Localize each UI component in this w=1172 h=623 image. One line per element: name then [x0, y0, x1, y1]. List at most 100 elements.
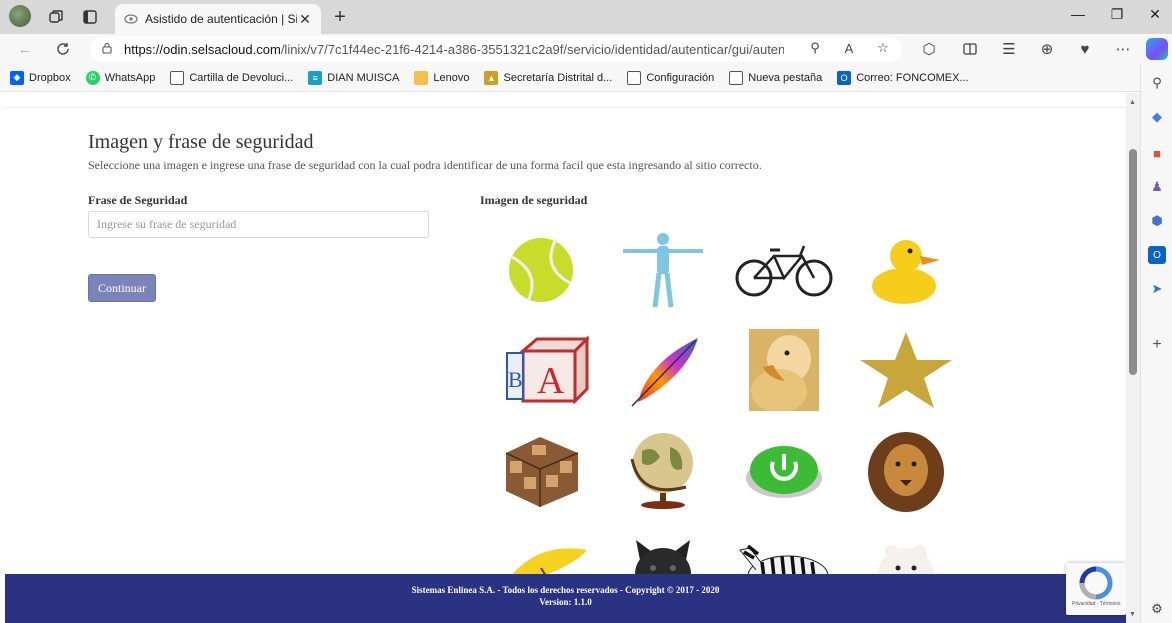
security-image-gold-star[interactable]	[851, 329, 961, 411]
bookmark-lenovo[interactable]: Lenovo	[414, 70, 470, 85]
rubber-duck-icon	[872, 240, 940, 304]
human-body-icon	[623, 233, 703, 308]
new-tab-icon[interactable]: +	[330, 6, 350, 29]
tab-title: Asistido de autenticación | Sistem	[145, 12, 297, 26]
security-image-human-body[interactable]	[608, 229, 718, 311]
page-title: Imagen y frase de seguridad	[88, 131, 314, 153]
security-image-lion[interactable]	[851, 429, 961, 512]
url-path: /linix/v7/7c1f44ec-21f6-4214-a386-355132…	[280, 41, 784, 57]
crest-icon: ▲	[484, 70, 499, 85]
profile-avatar[interactable]	[9, 5, 31, 27]
url-host: https://odin.selsacloud.com	[124, 41, 281, 57]
more-menu-icon[interactable]: ⋯	[1112, 38, 1134, 60]
games-icon[interactable]: ♟	[1148, 178, 1166, 196]
security-image-power-button[interactable]	[729, 429, 839, 511]
send-icon[interactable]: ➤	[1148, 280, 1166, 298]
power-button-icon	[746, 446, 822, 498]
security-image-tennis-ball[interactable]	[486, 229, 596, 311]
bookmark-correo[interactable]: O Correo: FONCOMEX...	[837, 70, 969, 85]
security-image-feather[interactable]	[608, 329, 718, 411]
microsoft-365-icon[interactable]: ⬢	[1148, 212, 1166, 230]
workspaces-icon[interactable]	[46, 7, 66, 27]
bookmark-cartilla[interactable]: Cartilla de Devoluci...	[170, 70, 294, 85]
security-image-toy-block[interactable]: A B	[486, 329, 596, 411]
tab-actions-icon[interactable]	[80, 7, 100, 27]
refresh-icon[interactable]	[52, 38, 74, 60]
recaptcha-badge[interactable]: Privacidad - Términos	[1066, 563, 1126, 615]
restore-icon[interactable]: ❐	[1102, 6, 1132, 28]
page-footer: Sistemas Enlinea S.A. - Todos los derech…	[5, 574, 1126, 623]
toy-block-icon: A B	[506, 335, 589, 405]
page-icon	[729, 70, 744, 85]
outlook-icon[interactable]: O	[1148, 246, 1166, 264]
phrase-label: Frase de Seguridad	[88, 193, 188, 207]
scrollbar-thumb[interactable]	[1129, 149, 1137, 375]
favorite-star-icon[interactable]: ☆	[873, 38, 893, 58]
lock-icon[interactable]	[102, 42, 112, 57]
read-aloud-icon[interactable]: A	[839, 38, 859, 58]
favorites-list-icon[interactable]: ☰	[998, 38, 1020, 60]
bookmark-label: Secretaría Distrital d...	[503, 71, 613, 84]
collections-icon[interactable]: ⊕	[1036, 38, 1058, 60]
bookmark-label: Lenovo	[433, 71, 470, 84]
tools-icon[interactable]: ■	[1148, 144, 1166, 162]
bookmark-label: Correo: FONCOMEX...	[856, 71, 969, 84]
browser-window: Asistido de autenticación | Sistem ✕ + —…	[0, 0, 1172, 623]
search-icon[interactable]: ⚲	[1148, 74, 1166, 92]
tab-bar: Asistido de autenticación | Sistem ✕ + —…	[0, 0, 1172, 34]
bookmark-dian[interactable]: ≡ DIAN MUISCA	[308, 70, 400, 85]
lion-icon	[868, 432, 944, 512]
dian-icon: ≡	[308, 70, 323, 85]
key-icon[interactable]: ⚲	[805, 38, 825, 58]
duckling-icon	[749, 329, 819, 411]
address-bar[interactable]: https://odin.selsacloud.com/linix/v7/7c1…	[90, 36, 902, 62]
extensions-icon[interactable]: ⬡	[918, 38, 940, 60]
tennis-ball-icon	[509, 238, 573, 302]
scroll-up-icon[interactable]: ▲	[1129, 99, 1136, 106]
bookmark-dropbox[interactable]: ◆ Dropbox	[10, 70, 71, 85]
bookmark-label: Cartilla de Devoluci...	[189, 71, 294, 84]
security-image-rubber-duck[interactable]	[851, 229, 961, 311]
tab-favicon-icon	[123, 11, 139, 27]
close-tab-icon[interactable]: ✕	[297, 11, 313, 28]
performance-icon[interactable]: ♥	[1074, 38, 1096, 60]
bookmark-label: WhatsApp	[104, 71, 156, 84]
navigation-bar: ← https://odin.selsacloud.com/linix/v7/7…	[0, 34, 1172, 64]
back-icon[interactable]: ←	[14, 38, 36, 60]
bookmarks-bar: ◆ Dropbox ✆ WhatsApp Cartilla de Devoluci.…	[0, 64, 1140, 92]
add-sidebar-icon[interactable]: +	[1148, 336, 1166, 354]
bookmark-nueva-pestana[interactable]: Nueva pestaña	[729, 70, 822, 85]
security-image-globe[interactable]	[608, 429, 718, 511]
security-image-duckling[interactable]	[729, 329, 839, 411]
bookmark-label: DIAN MUISCA	[327, 71, 400, 84]
page-scrollbar[interactable]: ▲ ▼	[1126, 93, 1140, 623]
copilot-icon[interactable]	[1146, 38, 1168, 60]
dropbox-icon: ◆	[10, 70, 24, 85]
shopping-tag-icon[interactable]: ◆	[1148, 108, 1166, 126]
bicycle-icon	[735, 245, 833, 297]
close-window-icon[interactable]: ✕	[1140, 6, 1170, 28]
bookmark-whatsapp[interactable]: ✆ WhatsApp	[85, 70, 156, 85]
edge-sidebar: ⚲ ◆ ■ ♟ ⬢ O ➤ + ⚙	[1140, 64, 1172, 623]
security-phrase-input[interactable]	[88, 211, 429, 238]
active-tab[interactable]: Asistido de autenticación | Sistem ✕	[115, 4, 321, 34]
continue-button[interactable]: Continuar	[88, 274, 156, 302]
page-icon	[170, 70, 185, 85]
feather-icon	[631, 338, 698, 407]
scroll-down-icon[interactable]: ▼	[1129, 611, 1136, 618]
url-text: https://odin.selsacloud.com/linix/v7/7c1…	[124, 42, 784, 57]
folder-icon	[414, 70, 429, 85]
page-description: Seleccione una imagen e ingrese una fras…	[88, 158, 762, 172]
settings-gear-icon[interactable]: ⚙	[1148, 600, 1166, 618]
minimize-icon[interactable]: —	[1063, 6, 1093, 28]
bookmark-secretaria[interactable]: ▲ Secretaría Distrital d...	[484, 70, 613, 85]
svg-text:B: B	[508, 367, 523, 392]
security-image-wooden-puzzle[interactable]	[486, 429, 596, 511]
security-image-bicycle[interactable]	[729, 229, 839, 311]
recaptcha-text[interactable]: Privacidad - Términos	[1072, 601, 1121, 607]
footer-copyright: Sistemas Enlinea S.A. - Todos los derech…	[411, 585, 720, 595]
svg-text:A: A	[537, 360, 565, 402]
split-screen-icon[interactable]	[959, 38, 981, 60]
bookmark-configuracion[interactable]: Configuración	[627, 70, 714, 85]
gold-star-icon	[860, 332, 952, 408]
